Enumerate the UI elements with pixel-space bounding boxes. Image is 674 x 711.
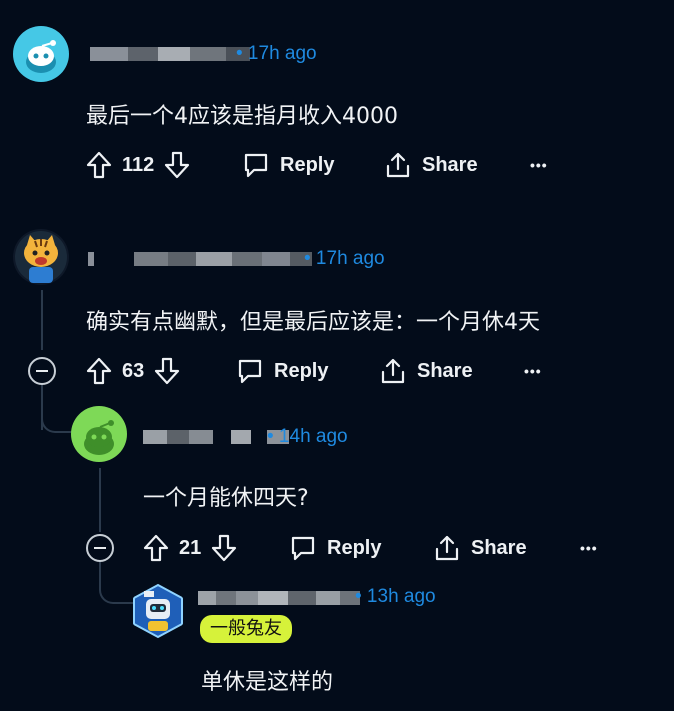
snoo-avatar-icon bbox=[84, 420, 114, 455]
comment-bubble-icon bbox=[238, 359, 262, 384]
reply-label: Reply bbox=[327, 536, 382, 559]
username-redacted[interactable] bbox=[88, 249, 312, 269]
share-label: Share bbox=[417, 359, 473, 382]
username-redacted[interactable] bbox=[90, 44, 250, 64]
avatar[interactable] bbox=[71, 406, 127, 462]
vote-group: 112 bbox=[86, 148, 190, 182]
vote-count: 63 bbox=[122, 359, 145, 382]
avatar[interactable] bbox=[130, 583, 186, 639]
vote-group: 63 bbox=[86, 354, 180, 388]
collapse-thread-button[interactable] bbox=[86, 534, 114, 562]
upvote-icon[interactable] bbox=[86, 151, 112, 179]
downvote-icon[interactable] bbox=[154, 357, 180, 385]
thread-branch-elbow-child bbox=[99, 562, 133, 604]
timestamp: • 13h ago bbox=[355, 586, 436, 607]
reply-label: Reply bbox=[280, 153, 335, 176]
reply-button[interactable]: Reply bbox=[242, 148, 334, 182]
collapse-icon bbox=[36, 370, 48, 372]
more-options-button[interactable]: ••• bbox=[580, 531, 598, 565]
share-button[interactable]: Share bbox=[433, 531, 527, 565]
timestamp: • 17h ago bbox=[304, 248, 385, 269]
more-options-button[interactable]: ••• bbox=[530, 148, 548, 182]
username-redacted[interactable] bbox=[198, 588, 360, 608]
vote-count: 112 bbox=[122, 153, 155, 176]
share-icon bbox=[386, 152, 410, 178]
reply-label: Reply bbox=[274, 359, 329, 382]
collapse-thread-button[interactable] bbox=[28, 357, 56, 385]
comment-bubble-icon bbox=[291, 536, 315, 561]
collapse-icon bbox=[94, 547, 106, 549]
share-label: Share bbox=[422, 153, 478, 176]
downvote-icon[interactable] bbox=[164, 151, 190, 179]
snoo-avatar-icon bbox=[26, 40, 56, 73]
robot-avatar-icon bbox=[133, 583, 183, 639]
thread-line-child bbox=[99, 468, 101, 532]
tiger-avatar-icon bbox=[15, 231, 67, 283]
share-button[interactable]: Share bbox=[384, 148, 478, 182]
avatar[interactable] bbox=[13, 229, 69, 285]
comment-text: 最后一个4应该是指月收入4000 bbox=[86, 104, 398, 129]
share-button[interactable]: Share bbox=[379, 354, 473, 388]
thread-line-main bbox=[41, 290, 43, 350]
share-icon bbox=[381, 358, 405, 384]
upvote-icon[interactable] bbox=[143, 534, 169, 562]
avatar[interactable] bbox=[13, 26, 69, 82]
timestamp: • 17h ago bbox=[236, 43, 317, 64]
reply-button[interactable]: Reply bbox=[289, 531, 381, 565]
comment-text: 一个月能休四天? bbox=[143, 486, 309, 511]
thread-branch-elbow bbox=[41, 395, 73, 433]
vote-group: 21 bbox=[143, 531, 237, 565]
comment-text: 单休是这样的 bbox=[201, 670, 334, 695]
share-icon bbox=[435, 535, 459, 561]
vote-count: 21 bbox=[179, 536, 202, 559]
reply-button[interactable]: Reply bbox=[236, 354, 328, 388]
timestamp: • 14h ago bbox=[267, 426, 348, 447]
upvote-icon[interactable] bbox=[86, 357, 112, 385]
share-label: Share bbox=[471, 536, 527, 559]
comment-text: 确实有点幽默，但是最后应该是：一个月休4天 bbox=[86, 310, 540, 335]
comment-bubble-icon bbox=[244, 153, 268, 178]
more-options-button[interactable]: ••• bbox=[524, 354, 542, 388]
downvote-icon[interactable] bbox=[211, 534, 237, 562]
user-flair: 一般兔友 bbox=[200, 615, 292, 643]
